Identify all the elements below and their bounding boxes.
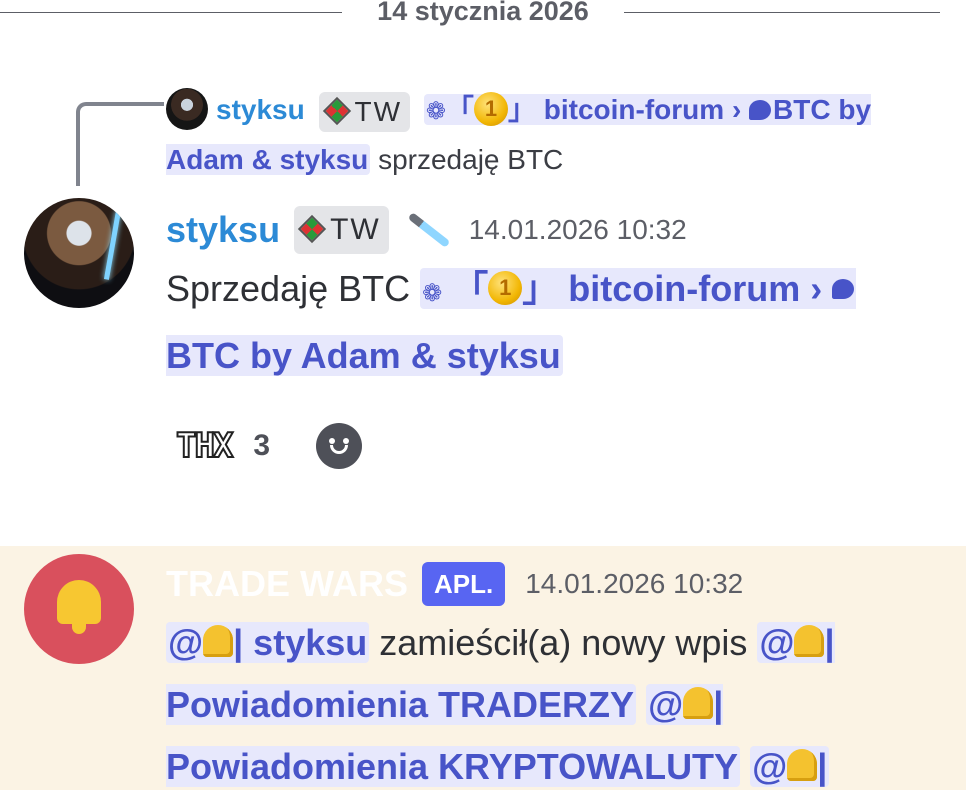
add-reaction-icon[interactable] (316, 423, 363, 469)
chevron-right-icon: › (810, 268, 823, 309)
reply-username[interactable]: styksu (216, 94, 305, 125)
lightsaber-role-icon[interactable] (407, 212, 451, 248)
message-timestamp[interactable]: 14.01.2026 10:32 (469, 214, 687, 246)
reply-server-tag[interactable]: TW (318, 91, 411, 132)
bracket-right: 」 (522, 268, 559, 309)
coin-icon: 1 (473, 91, 508, 126)
bell-icon (794, 625, 825, 658)
role-separator: | (817, 746, 828, 787)
divider-line-right (624, 12, 940, 13)
date-label: 14 stycznia 2026 (377, 0, 589, 26)
divider-line-left (0, 12, 342, 13)
chevron-right-icon: › (731, 94, 742, 125)
bot-text: zamieścił(a) nowy wpis (379, 622, 748, 663)
bot-avatar[interactable] (24, 554, 134, 664)
tag-label: TW (330, 213, 381, 246)
forum-name: bitcoin-forum (568, 268, 801, 309)
coin-icon: 1 (488, 271, 523, 306)
thread-bubble-icon (832, 279, 855, 300)
bell-clapper (72, 624, 86, 634)
at-sign: @ (759, 622, 795, 663)
at-sign: @ (168, 622, 204, 663)
bracket-left: 「 (452, 268, 489, 309)
diamond-icon (297, 214, 327, 244)
reply-text: sprzedaję BTC (378, 144, 564, 175)
bell-icon (203, 625, 234, 658)
diamond-icon (322, 97, 351, 126)
bot-message-header: TRADE WARS APL. 14.01.2026 10:32 (166, 558, 743, 610)
reactions-bar: THX 3 (175, 420, 363, 472)
bot-message-content: @ | styksu zamieścił(a) nowy wpis @ | Powi… (166, 612, 946, 798)
message-header: styksu TW 14.01.2026 10:32 (166, 204, 687, 256)
message-server-tag[interactable]: TW (294, 206, 389, 254)
at-sign: @ (648, 684, 684, 725)
mention-user-name: | styksu (233, 622, 368, 663)
bell-icon (57, 580, 101, 624)
lightsaber-icon (103, 210, 122, 280)
thread-bubble-icon (749, 99, 772, 120)
role-name: Powiadomienia KRYPTOWALUTY (166, 746, 739, 787)
role-separator: | (713, 684, 724, 725)
reaction-thx-emoji[interactable]: THX (175, 425, 234, 467)
user-avatar[interactable] (24, 198, 134, 308)
bracket-left: 「 (445, 94, 474, 125)
forum-name: bitcoin-forum (543, 94, 725, 125)
bracket-right: 」 (507, 94, 536, 125)
reply-connector (76, 102, 164, 186)
reaction-count[interactable]: 3 (253, 429, 270, 463)
at-sign: @ (752, 746, 788, 787)
user-mention[interactable]: @ | styksu (166, 622, 370, 663)
message-content: Sprzedaję BTC ❁ 「1」 bitcoin-forum › BTC … (166, 258, 926, 387)
bell-icon (683, 687, 714, 720)
bot-name[interactable]: TRADE WARS (166, 563, 408, 605)
forum-icon: ❁ (422, 280, 443, 307)
app-badge: APL. (422, 562, 506, 606)
thread-name: BTC by Adam & styksu (166, 335, 561, 376)
message-text: Sprzedaję BTC (166, 268, 411, 309)
bot-timestamp[interactable]: 14.01.2026 10:32 (525, 568, 743, 600)
reply-preview[interactable]: styksu TW ❁「 1」 bitcoin-forum › BTC by Ad… (166, 86, 936, 184)
forum-icon: ❁ (425, 98, 446, 125)
tag-label: TW (354, 95, 403, 127)
date-divider: 14 stycznia 2026 (0, 0, 966, 30)
reply-avatar[interactable] (166, 87, 208, 130)
role-mention-next[interactable]: @ | (750, 746, 830, 787)
smile-mouth (330, 445, 349, 454)
message-username[interactable]: styksu (166, 209, 280, 251)
bell-icon (787, 749, 818, 782)
